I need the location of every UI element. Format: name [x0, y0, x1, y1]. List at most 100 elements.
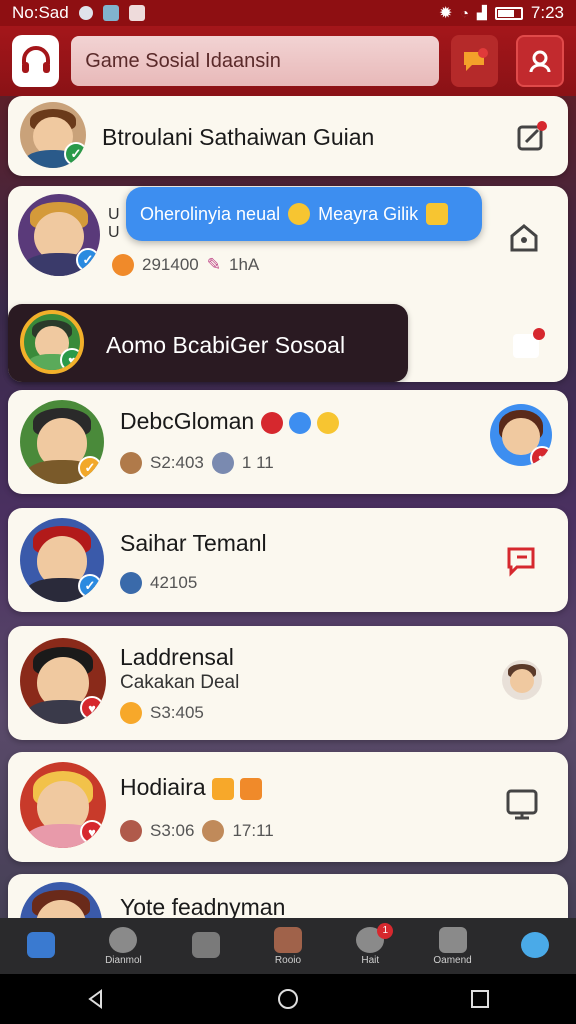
user-icon [529, 50, 551, 73]
list-item[interactable]: ✓ DebcGloman S2:403 1 11 ♥ [8, 390, 568, 494]
stat-value: 291400 [142, 255, 199, 274]
avatar: ✓ [20, 400, 104, 484]
mask-emoji-icon [426, 203, 449, 225]
home-icon [27, 932, 56, 958]
card-stats: S3:06 17:11 [120, 820, 274, 842]
verified-badge-icon: ✓ [76, 248, 100, 272]
stat-value-2: 17:11 [232, 821, 274, 840]
card-title: Laddrensal [120, 644, 234, 670]
face-emoji-icon [317, 411, 340, 434]
heart-badge-icon: ♥ [530, 446, 552, 466]
nav-chat[interactable] [171, 932, 241, 960]
store-icon [438, 926, 467, 953]
avatar: ✓ [20, 518, 104, 602]
avatar: ♥ [20, 638, 106, 724]
shield-badge-icon: ♥ [60, 348, 80, 370]
avatar: ✓ [18, 194, 100, 276]
chat-icon [191, 932, 220, 958]
verified-badge-icon: ✓ [64, 142, 86, 166]
mini-avatar-icon [202, 820, 225, 842]
mini-avatar-icon [120, 820, 142, 842]
app-notification-icon [102, 5, 119, 21]
card-title: Yote feadnyman [120, 894, 286, 918]
compose-icon[interactable] [508, 324, 548, 364]
chat-emoji-icon [289, 411, 312, 434]
recents-icon[interactable] [469, 988, 491, 1010]
avatar [20, 882, 102, 918]
mini-avatar-icon [211, 452, 234, 474]
app-bar: Game Sosial Idaansin [0, 26, 576, 96]
battery-icon [494, 6, 523, 20]
search-field[interactable]: Game Sosial Idaansin [71, 36, 440, 86]
stat-value: 42105 [150, 573, 198, 592]
card-stats: 42105 [120, 572, 197, 594]
wifi-icon: ◔ [460, 5, 469, 21]
profile-button[interactable] [516, 35, 564, 87]
stat-value-2: 1hA [228, 255, 260, 274]
card-title: Btroulani Sathaiwan Guian [102, 124, 375, 150]
carrier-label: No:Sad [12, 3, 69, 22]
location-icon[interactable] [504, 218, 544, 258]
diamond-icon [109, 926, 138, 953]
list-item[interactable]: Yote feadnyman [8, 874, 568, 918]
list-item[interactable]: ✓ Saihar Temanl 42105 [8, 508, 568, 612]
card-title: Aomo BcabiGer Sosoal [106, 332, 346, 358]
friend-avatar[interactable] [502, 660, 542, 700]
emoji-icon [120, 702, 142, 724]
card-title: DebcGloman [120, 408, 340, 435]
back-icon[interactable] [85, 988, 107, 1010]
stat-value: S3:405 [150, 703, 204, 722]
notification-toast[interactable]: Oherolinyia neual Meayra Gilik [126, 187, 482, 241]
stat-value: S3:06 [150, 821, 195, 840]
verified-badge-icon: ✓ [78, 574, 102, 598]
headphones-logo-icon [21, 46, 50, 73]
avatar: ♥ [20, 762, 106, 848]
gift-icon [273, 926, 302, 953]
notification-count-badge: 1 [377, 922, 394, 939]
smile-emoji-icon [288, 203, 311, 225]
image-notification-icon [128, 5, 145, 21]
edit-note-icon[interactable] [512, 116, 552, 156]
monitor-icon[interactable] [502, 784, 542, 824]
toast-text-2: Meayra Gilik [318, 203, 419, 224]
app-logo-button[interactable] [12, 35, 60, 87]
list-item[interactable]: ♥ Hodiaira S3:06 17:11 [8, 752, 568, 862]
box-emoji-icon [240, 777, 263, 800]
nav-home[interactable] [6, 932, 76, 960]
mini-avatar-icon [120, 572, 142, 594]
coin-icon [112, 254, 134, 276]
card-title: U [108, 206, 120, 223]
card-stats: 291400 ✎ 1hA [112, 254, 259, 276]
list-item-highlight[interactable]: ♥ Aomo BcabiGer Sosoal [8, 304, 408, 382]
search-text: Game Sosial Idaansin [85, 49, 281, 72]
chat-bubble-icon [463, 48, 488, 71]
heart-emoji-icon [260, 411, 283, 434]
status-bar: No:Sad ✹ ◔ ▟ 7:23 [0, 0, 576, 26]
list-item[interactable]: ♥ Laddrensal Cakakan Deal S3:405 [8, 626, 568, 740]
card-stats: S3:405 [120, 702, 204, 724]
card-stats: S2:403 1 11 [120, 452, 274, 474]
nav-store[interactable]: Oamend [418, 926, 488, 966]
nav-notifications[interactable]: 1 Hait [335, 922, 405, 966]
heart-badge-icon: ♥ [80, 696, 104, 720]
message-icon[interactable] [502, 540, 542, 580]
heart-badge-icon: ♥ [80, 820, 104, 844]
stat-value-2: 1 11 [241, 453, 274, 472]
nav-gift[interactable]: Rooio [253, 926, 323, 966]
home-circle-icon[interactable] [277, 988, 299, 1010]
notification-dot-icon [78, 6, 93, 20]
nav-diamond[interactable]: Dianmol [88, 926, 158, 966]
bottom-nav: Dianmol Rooio 1 Hait Oamend [0, 918, 576, 974]
verified-badge-icon: ✓ [78, 456, 102, 480]
nav-profile[interactable] [500, 932, 570, 960]
list-item[interactable]: ✓ Btroulani Sathaiwan Guian [8, 96, 568, 176]
card-title: Saihar Temanl [120, 530, 267, 556]
signal-icon: ▟ [476, 5, 487, 20]
profile-icon [520, 932, 549, 958]
pin-icon: ✎ [206, 255, 221, 274]
system-nav-bar [0, 974, 576, 1024]
card-subtitle: U [108, 224, 120, 241]
clock-time: 7:23 [530, 3, 564, 22]
friend-avatar[interactable]: ♥ [490, 404, 552, 466]
chat-add-button[interactable] [451, 35, 499, 87]
